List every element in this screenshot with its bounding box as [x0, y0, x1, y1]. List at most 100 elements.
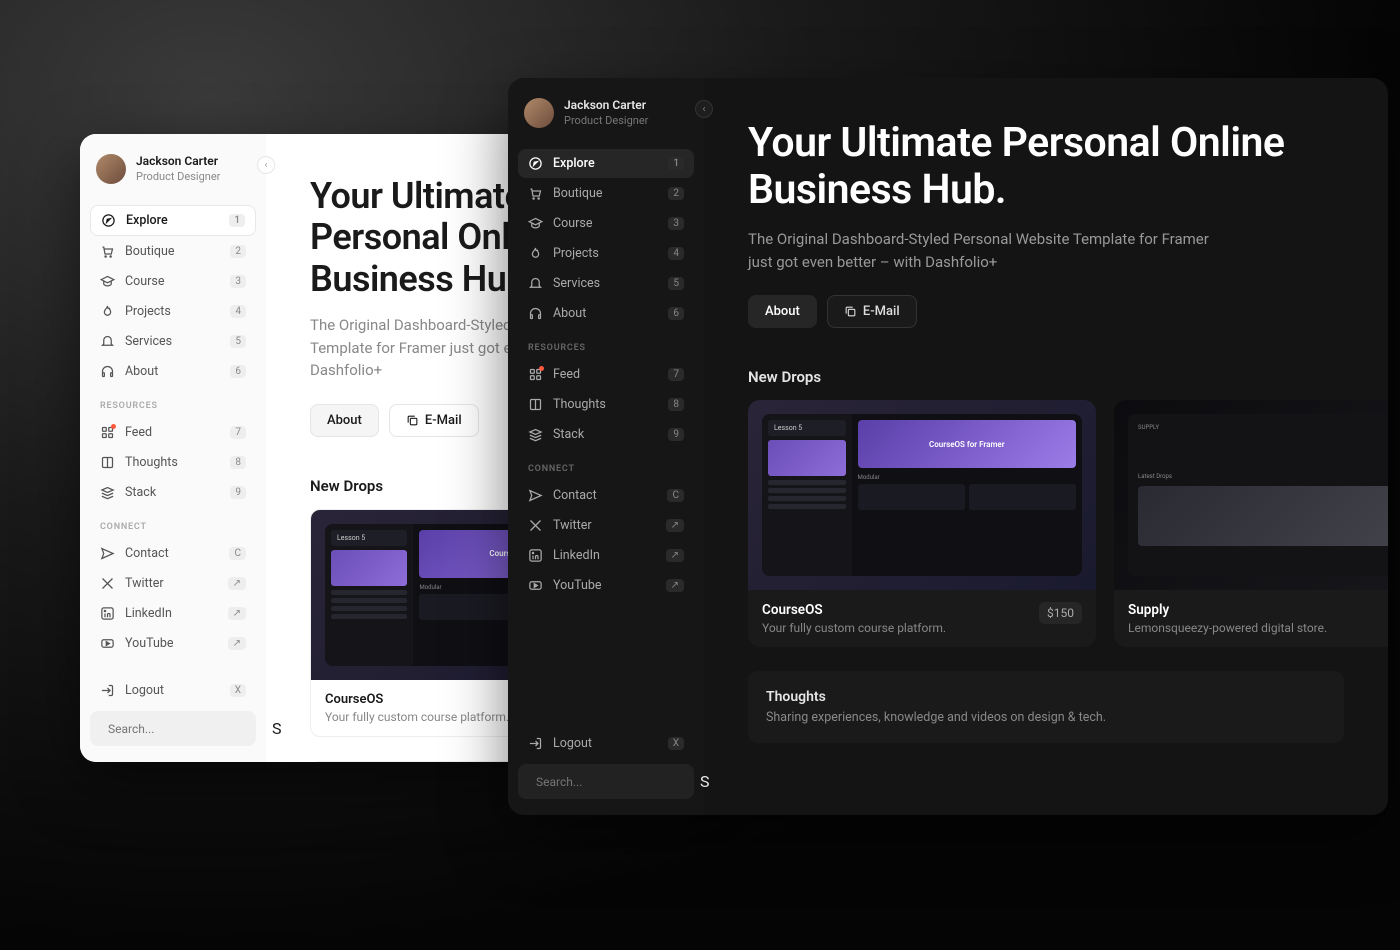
- sidebar-item-label: Thoughts: [125, 455, 220, 470]
- sidebar-item-twitter[interactable]: Twitter ↗: [90, 569, 256, 598]
- thoughts-title: Thoughts: [766, 689, 1326, 705]
- sidebar-item-label: Feed: [553, 367, 658, 382]
- sidebar-badge: 3: [668, 217, 684, 230]
- grid-icon: [100, 425, 115, 440]
- search-shortcut-badge: S: [272, 719, 282, 738]
- sidebar-item-feed[interactable]: Feed 7: [90, 418, 256, 447]
- card-preview: Lesson 5 CourseOS for Framer Modular: [748, 400, 1096, 590]
- mock-lesson-label: Lesson 5: [768, 420, 846, 436]
- sidebar-item-stack[interactable]: Stack 9: [518, 420, 694, 449]
- profile-block[interactable]: Jackson Carter Product Designer: [518, 94, 694, 142]
- sidebar-item-logout[interactable]: Logout X: [518, 729, 694, 758]
- logout-icon: [528, 736, 543, 751]
- button-label: About: [765, 304, 800, 319]
- external-link-icon: ↗: [228, 577, 246, 590]
- sidebar-item-linkedin[interactable]: LinkedIn ↗: [90, 599, 256, 628]
- sidebar-item-label: About: [553, 306, 658, 321]
- email-button[interactable]: E-Mail: [827, 295, 917, 328]
- mock-banner: CourseOS for Framer: [858, 420, 1076, 468]
- sidebar-item-youtube[interactable]: YouTube ↗: [518, 571, 694, 600]
- profile-block[interactable]: Jackson Carter Product Designer: [90, 150, 256, 198]
- email-button[interactable]: E-Mail: [389, 404, 479, 437]
- sidebar-item-thoughts[interactable]: Thoughts 8: [90, 448, 256, 477]
- notification-dot: [111, 424, 116, 429]
- search-input[interactable]: [536, 775, 692, 789]
- sidebar-item-label: Boutique: [125, 244, 220, 259]
- search-input[interactable]: [108, 722, 264, 736]
- sidebar-badge: 1: [668, 157, 684, 170]
- sidebar-badge: 1: [229, 214, 245, 227]
- sidebar-item-course[interactable]: Course 3: [90, 267, 256, 296]
- logout-icon: [100, 683, 115, 698]
- sidebar-badge: C: [229, 547, 246, 560]
- twitter-icon: [100, 576, 115, 591]
- cart-icon: [100, 244, 115, 259]
- sidebar-item-boutique[interactable]: Boutique 2: [518, 179, 694, 208]
- sidebar-badge: 2: [668, 187, 684, 200]
- sidebar-item-feed[interactable]: Feed 7: [518, 360, 694, 389]
- sidebar-item-label: Explore: [126, 213, 219, 228]
- drop-card-supply[interactable]: SUPPLY E-Commerce Made for Latest Drops …: [1114, 400, 1388, 647]
- about-button[interactable]: About: [310, 404, 379, 437]
- sidebar-badge: 7: [668, 368, 684, 381]
- mock-modular-label: Modular: [858, 474, 1076, 481]
- sidebar-item-thoughts[interactable]: Thoughts 8: [518, 390, 694, 419]
- sidebar-badge: 5: [668, 277, 684, 290]
- button-label: E-Mail: [863, 304, 900, 319]
- mock-brand: SUPPLY: [1138, 424, 1388, 431]
- sidebar-badge: 8: [230, 456, 246, 469]
- sidebar-item-boutique[interactable]: Boutique 2: [90, 237, 256, 266]
- sidebar-item-projects[interactable]: Projects 4: [518, 239, 694, 268]
- sidebar-item-stack[interactable]: Stack 9: [90, 478, 256, 507]
- sidebar-badge: 9: [230, 486, 246, 499]
- sidebar-item-youtube[interactable]: YouTube ↗: [90, 629, 256, 658]
- book-icon: [100, 455, 115, 470]
- profile-name: Jackson Carter: [136, 154, 220, 170]
- sidebar-item-label: Logout: [125, 683, 220, 698]
- youtube-icon: [528, 578, 543, 593]
- flame-icon: [100, 304, 115, 319]
- external-link-icon: ↗: [228, 607, 246, 620]
- sidebar-item-services[interactable]: Services 5: [518, 269, 694, 298]
- sidebar-item-logout[interactable]: Logout X: [90, 676, 256, 705]
- sidebar-badge: C: [667, 489, 684, 502]
- sidebar-item-about[interactable]: About 6: [518, 299, 694, 328]
- card-title: CourseOS: [762, 602, 946, 618]
- search-box[interactable]: S: [518, 764, 694, 799]
- sidebar-badge: 3: [230, 275, 246, 288]
- sidebar-badge: X: [668, 737, 684, 750]
- sidebar-item-explore[interactable]: Explore 1: [518, 149, 694, 178]
- profile-name: Jackson Carter: [564, 98, 648, 114]
- layers-icon: [528, 427, 543, 442]
- sidebar: Jackson Carter Product Designer ‹ Explor…: [508, 78, 704, 815]
- sidebar-item-services[interactable]: Services 5: [90, 327, 256, 356]
- sidebar-item-explore[interactable]: Explore 1: [90, 205, 256, 236]
- sidebar-badge: 9: [668, 428, 684, 441]
- collapse-sidebar-button[interactable]: ‹: [257, 156, 275, 174]
- sidebar-badge: 2: [230, 245, 246, 258]
- sidebar-item-label: Thoughts: [553, 397, 658, 412]
- layers-icon: [100, 485, 115, 500]
- collapse-sidebar-button[interactable]: ‹: [695, 100, 713, 118]
- sidebar-item-twitter[interactable]: Twitter ↗: [518, 511, 694, 540]
- hero-title: Your Ultimate Personal Online Business H…: [748, 120, 1344, 214]
- chevron-left-icon: ‹: [702, 104, 705, 115]
- sidebar-item-course[interactable]: Course 3: [518, 209, 694, 238]
- sidebar-item-projects[interactable]: Projects 4: [90, 297, 256, 326]
- notification-dot: [539, 366, 544, 371]
- sidebar-item-linkedin[interactable]: LinkedIn ↗: [518, 541, 694, 570]
- about-button[interactable]: About: [748, 295, 817, 328]
- avatar: [524, 98, 554, 128]
- sidebar-item-contact[interactable]: Contact C: [518, 481, 694, 510]
- compass-icon: [528, 156, 543, 171]
- sidebar-item-about[interactable]: About 6: [90, 357, 256, 386]
- sidebar-badge: 4: [668, 247, 684, 260]
- sidebar-item-label: YouTube: [553, 578, 656, 593]
- section-label-connect: CONNECT: [90, 514, 256, 538]
- sidebar-item-contact[interactable]: Contact C: [90, 539, 256, 568]
- search-box[interactable]: S: [90, 711, 256, 746]
- drop-card-courseos[interactable]: Lesson 5 CourseOS for Framer Modular: [748, 400, 1096, 647]
- sidebar-badge: 6: [230, 365, 246, 378]
- thoughts-card[interactable]: Thoughts Sharing experiences, knowledge …: [748, 671, 1344, 743]
- sidebar-item-label: YouTube: [125, 636, 218, 651]
